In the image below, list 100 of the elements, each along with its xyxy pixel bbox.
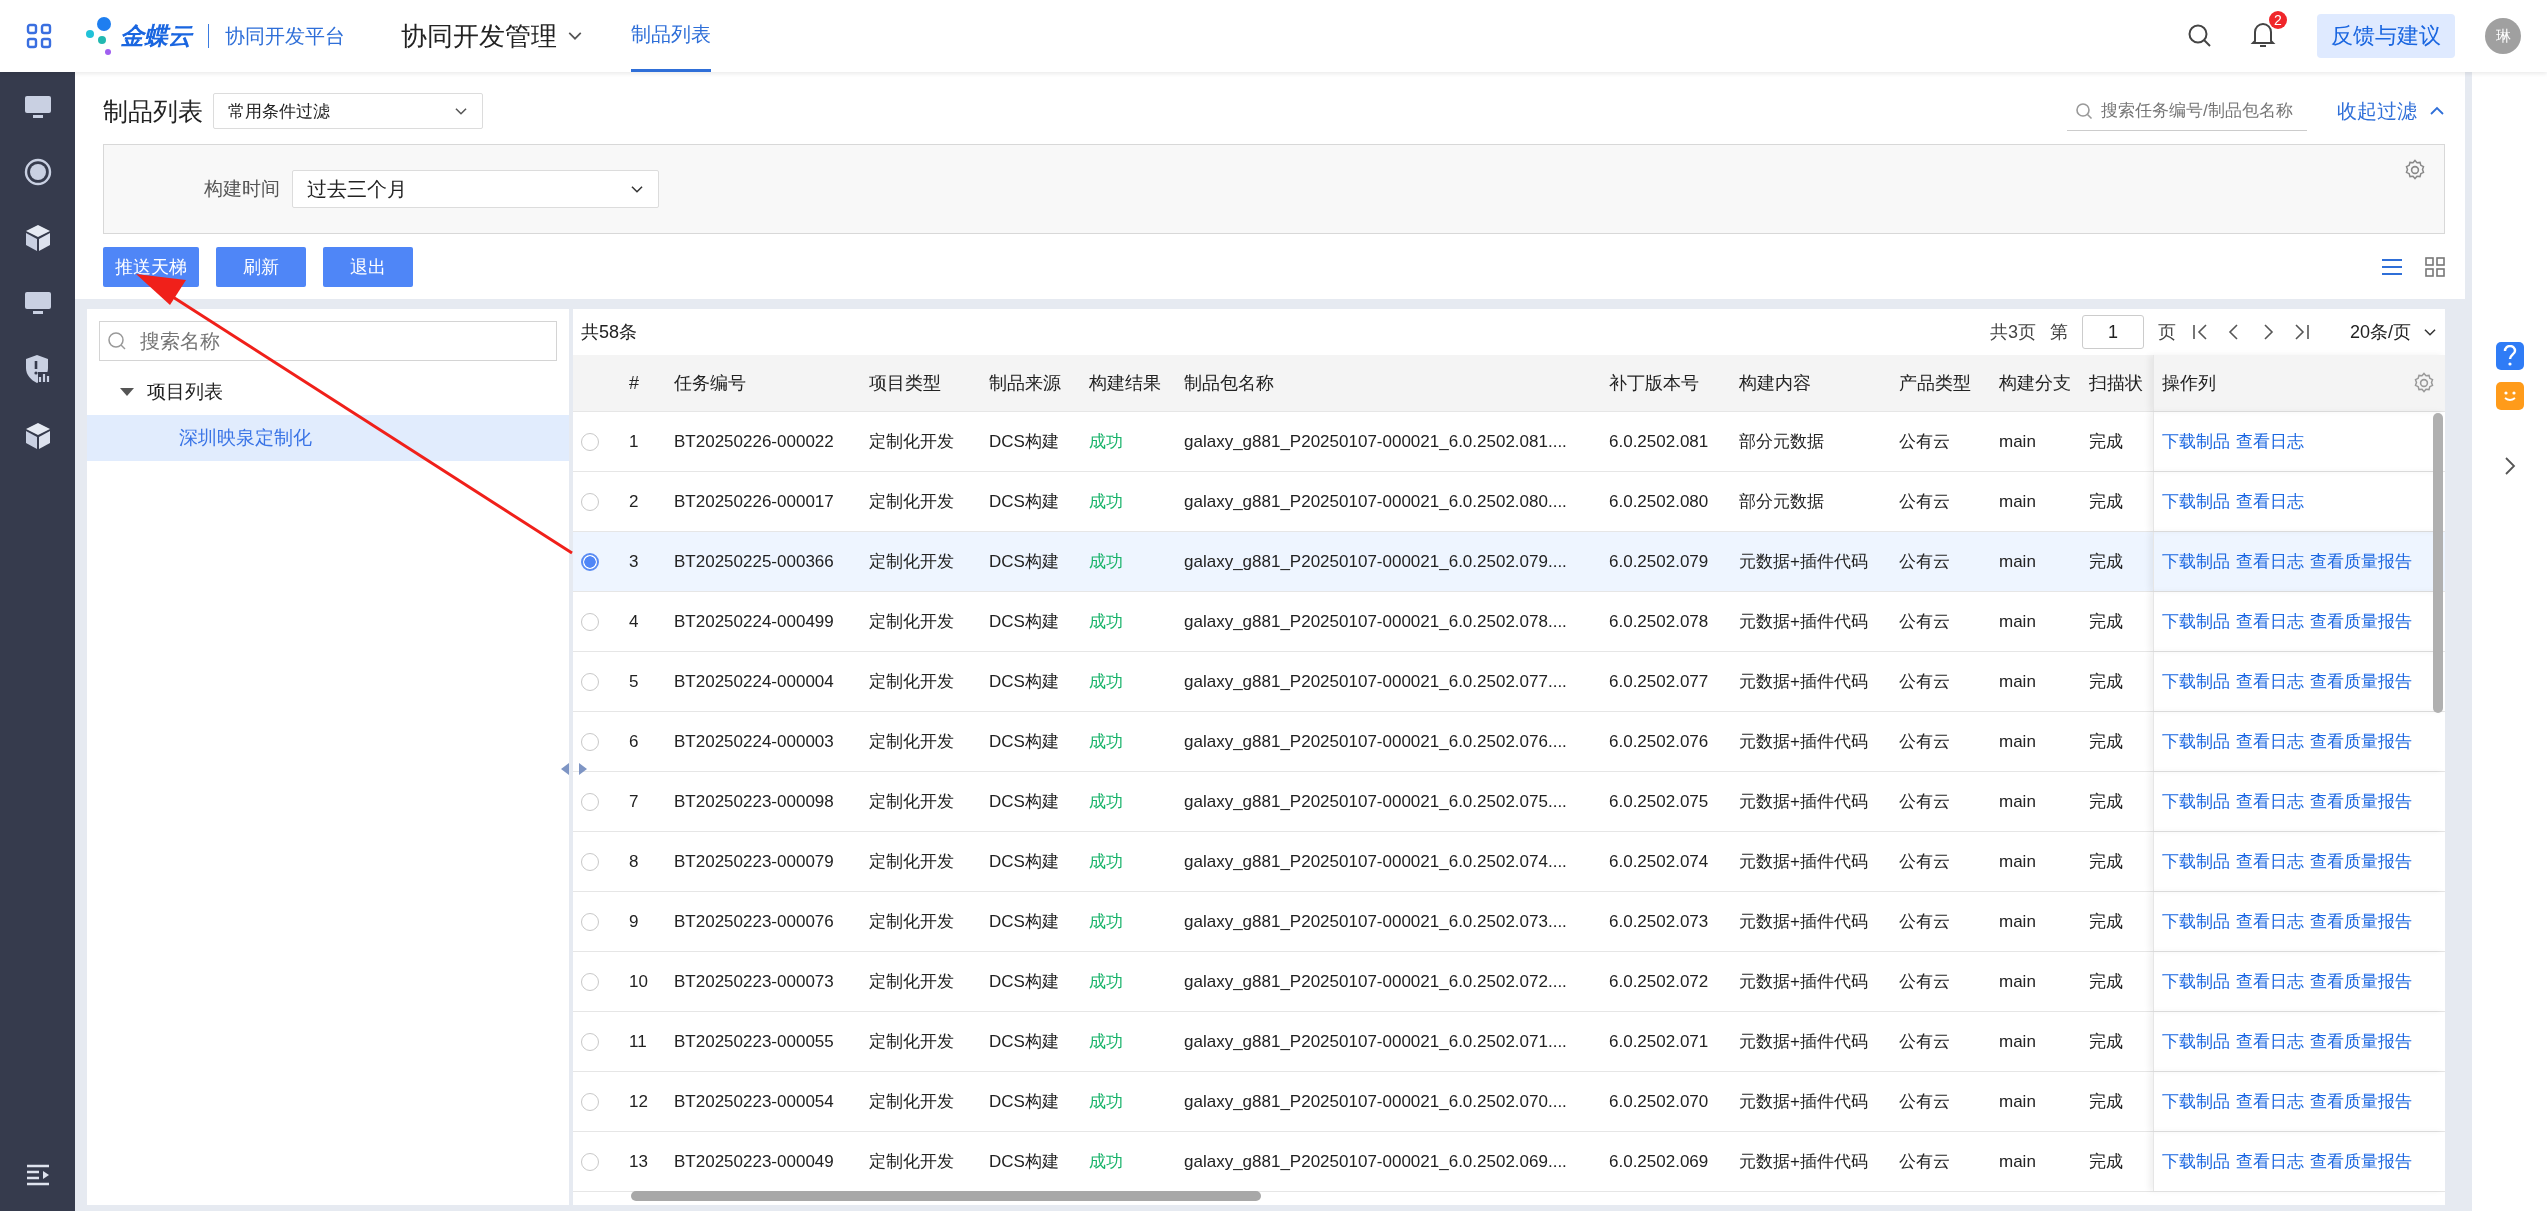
action-link[interactable]: 查看日志 bbox=[2236, 910, 2304, 933]
row-radio[interactable] bbox=[581, 972, 599, 991]
splitter-arrows-icon[interactable] bbox=[559, 761, 589, 777]
circle-icon[interactable] bbox=[23, 158, 52, 186]
row-radio[interactable] bbox=[581, 432, 599, 451]
tree-item[interactable]: 项目列表 bbox=[147, 379, 223, 405]
scrollbar[interactable] bbox=[631, 1191, 1261, 1201]
action-link[interactable]: 下载制品 bbox=[2162, 550, 2230, 573]
table-cell-text: 完成 bbox=[2088, 551, 2124, 573]
action-link[interactable]: 下载制品 bbox=[2162, 1030, 2230, 1053]
action-link[interactable]: 查看日志 bbox=[2236, 550, 2304, 573]
action-link[interactable]: 下载制品 bbox=[2162, 790, 2230, 813]
table-cell-text: 8 bbox=[628, 851, 640, 872]
help-icon[interactable] bbox=[2495, 342, 2524, 370]
table-cell-text: 完成 bbox=[2088, 431, 2124, 453]
cube-icon[interactable] bbox=[24, 422, 51, 450]
table-cell-text: 6.0.2502.072 bbox=[1608, 971, 1710, 992]
action-link[interactable]: 查看质量报告 bbox=[2310, 1090, 2412, 1113]
settings-icon[interactable] bbox=[2404, 159, 2426, 181]
action-link[interactable]: 查看质量报告 bbox=[2310, 610, 2412, 633]
table-cell-text: 完成 bbox=[2088, 731, 2124, 753]
action-link[interactable]: 下载制品 bbox=[2162, 970, 2230, 993]
row-radio[interactable] bbox=[581, 612, 599, 631]
search-field[interactable]: 搜索任务编号/制品包名称 bbox=[2067, 91, 2307, 131]
row-radio[interactable] bbox=[581, 672, 599, 691]
action-link[interactable]: 查看质量报告 bbox=[2310, 1150, 2412, 1173]
action-link[interactable]: 下载制品 bbox=[2162, 610, 2230, 633]
table-cell-text: 完成 bbox=[2088, 1031, 2124, 1053]
module-menu[interactable]: 协同开发管理 bbox=[401, 18, 583, 54]
row-radio[interactable] bbox=[581, 912, 599, 931]
scrollbar[interactable] bbox=[2433, 413, 2443, 713]
action-link[interactable]: 查看质量报告 bbox=[2310, 970, 2412, 993]
chevron-down-icon bbox=[630, 184, 644, 194]
action-link[interactable]: 下载制品 bbox=[2162, 910, 2230, 933]
action-link[interactable]: 查看日志 bbox=[2236, 1030, 2304, 1053]
list-view-icon[interactable] bbox=[2381, 257, 2403, 277]
action-link[interactable]: 查看质量报告 bbox=[2310, 790, 2412, 813]
row-radio[interactable] bbox=[581, 852, 599, 871]
shield-chart-icon[interactable] bbox=[23, 354, 52, 384]
action-link[interactable]: 查看质量报告 bbox=[2310, 1030, 2412, 1053]
tree-search-field[interactable]: 搜索名称 bbox=[99, 321, 557, 361]
action-link[interactable]: 下载制品 bbox=[2162, 430, 2230, 453]
action-link[interactable]: 查看日志 bbox=[2236, 610, 2304, 633]
expand-panel-icon[interactable] bbox=[2503, 456, 2516, 476]
app-grid-icon[interactable] bbox=[26, 23, 52, 49]
action-link[interactable]: 查看日志 bbox=[2236, 1090, 2304, 1113]
expand-menu-icon[interactable] bbox=[24, 1163, 51, 1187]
action-link[interactable]: 查看日志 bbox=[2236, 490, 2304, 513]
action-button[interactable]: 退出 bbox=[323, 247, 413, 287]
row-radio[interactable] bbox=[581, 1092, 599, 1111]
action-link[interactable]: 下载制品 bbox=[2162, 850, 2230, 873]
action-link[interactable]: 下载制品 bbox=[2162, 730, 2230, 753]
filter-dropdown[interactable]: 过去三个月 bbox=[292, 170, 659, 208]
chat-icon[interactable] bbox=[2495, 382, 2524, 410]
table-cell-text: 成功 bbox=[1088, 671, 1124, 693]
action-button[interactable]: 刷新 bbox=[216, 247, 306, 287]
collapse-filter-link[interactable]: 收起过滤 bbox=[2337, 97, 2445, 125]
filter-preset-dropdown[interactable]: 常用条件过滤 bbox=[213, 93, 483, 129]
grid-view-icon[interactable] bbox=[2425, 257, 2445, 277]
action-link[interactable]: 查看质量报告 bbox=[2310, 730, 2412, 753]
table-cell-text: main bbox=[1998, 1031, 2037, 1052]
action-link[interactable]: 查看日志 bbox=[2236, 670, 2304, 693]
row-radio[interactable] bbox=[581, 1032, 599, 1051]
table-cell-text: 定制化开发 bbox=[868, 671, 955, 693]
action-link[interactable]: 查看质量报告 bbox=[2310, 670, 2412, 693]
action-link[interactable]: 查看日志 bbox=[2236, 730, 2304, 753]
table-cell-text: main bbox=[1998, 431, 2037, 452]
page-size-dropdown[interactable]: 20条/页 bbox=[2349, 320, 2437, 344]
monitor-icon[interactable] bbox=[23, 290, 52, 316]
page-input[interactable]: 1 bbox=[2081, 315, 2144, 349]
feedback-button[interactable]: 反馈与建议 bbox=[2317, 14, 2455, 58]
action-link[interactable]: 下载制品 bbox=[2162, 1150, 2230, 1173]
table-cell-text: DCS构建 bbox=[988, 731, 1060, 753]
action-link[interactable]: 查看质量报告 bbox=[2310, 910, 2412, 933]
action-link[interactable]: 下载制品 bbox=[2162, 1090, 2230, 1113]
row-radio[interactable] bbox=[581, 1152, 599, 1171]
action-link[interactable]: 下载制品 bbox=[2162, 490, 2230, 513]
action-link[interactable]: 查看日志 bbox=[2236, 430, 2304, 453]
table-cell-text: 公有云 bbox=[1898, 791, 1951, 813]
action-link[interactable]: 查看日志 bbox=[2236, 850, 2304, 873]
action-link[interactable]: 下载制品 bbox=[2162, 670, 2230, 693]
row-radio[interactable] bbox=[581, 552, 599, 571]
row-radio[interactable] bbox=[581, 492, 599, 511]
row-radio[interactable] bbox=[581, 792, 599, 811]
cube-icon[interactable] bbox=[24, 224, 51, 252]
monitor-icon[interactable] bbox=[23, 94, 52, 120]
action-button[interactable]: 推送天梯 bbox=[103, 247, 199, 287]
table-cell-text: 部分元数据 bbox=[1738, 491, 1825, 513]
action-link[interactable]: 查看日志 bbox=[2236, 1150, 2304, 1173]
action-link[interactable]: 查看质量报告 bbox=[2310, 550, 2412, 573]
settings-icon[interactable] bbox=[2413, 372, 2435, 394]
row-radio[interactable] bbox=[581, 732, 599, 751]
chevron-up-icon bbox=[2429, 106, 2445, 116]
tree-item[interactable]: 深圳映泉定制化 bbox=[87, 415, 569, 461]
action-link[interactable]: 查看质量报告 bbox=[2310, 850, 2412, 873]
table-cell-text: 6.0.2502.070 bbox=[1608, 1091, 1710, 1112]
search-icon[interactable] bbox=[2187, 23, 2213, 49]
caret-icon[interactable] bbox=[119, 387, 135, 397]
action-link[interactable]: 查看日志 bbox=[2236, 790, 2304, 813]
action-link[interactable]: 查看日志 bbox=[2236, 970, 2304, 993]
